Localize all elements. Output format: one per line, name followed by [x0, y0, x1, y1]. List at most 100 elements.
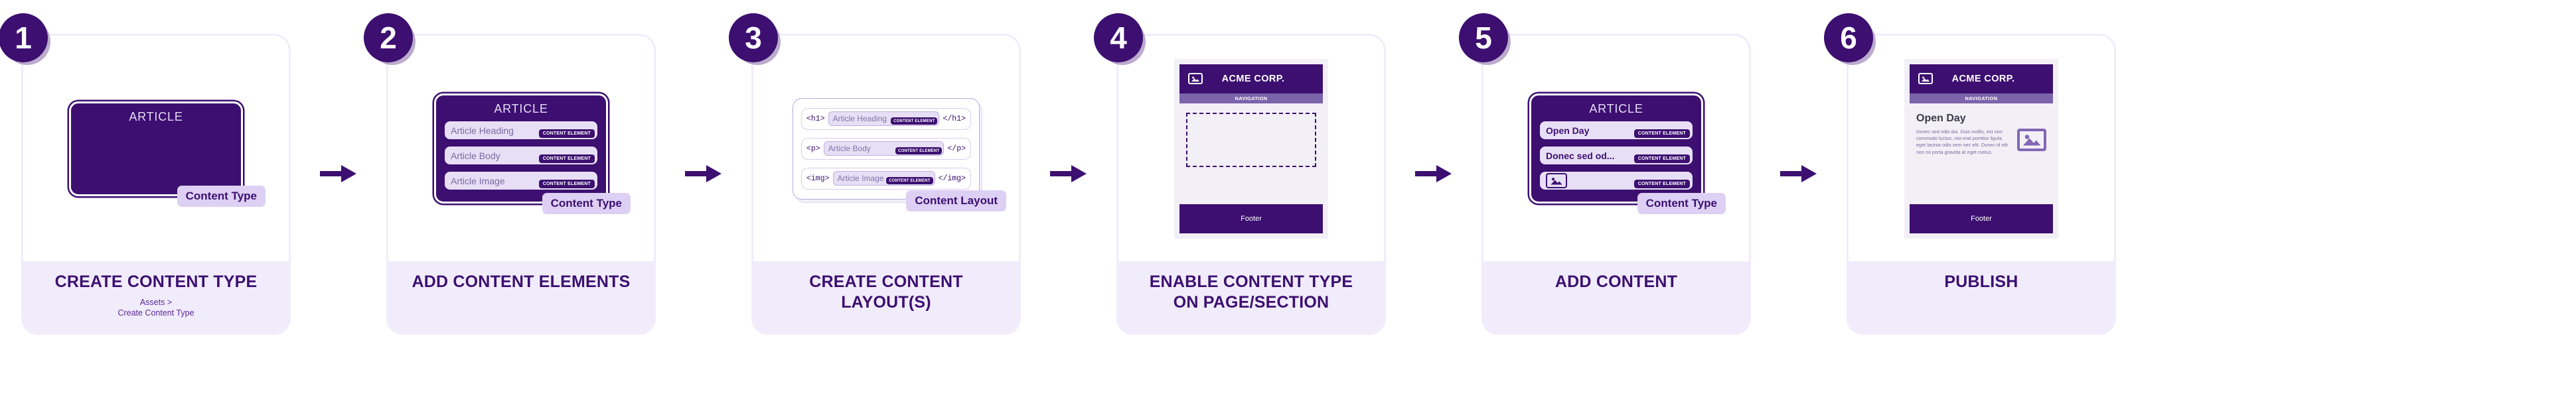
content-type-name: ARTICLE [1589, 102, 1643, 115]
published-article: Open Day Donec sed odio dui. Duis mollis… [1916, 113, 2046, 195]
arrow-right-icon-2 [677, 15, 730, 333]
step-5: ARTICLE Open Day CONTENT ELEMENT Donec s… [1459, 13, 1772, 333]
content-element-row: Article Heading CONTENT ELEMENT [445, 121, 597, 139]
content-type-pill: Content Type [177, 185, 265, 207]
site-brand: ACME CORP. [1951, 73, 2015, 84]
content-element-tag: CONTENT ELEMENT [891, 117, 938, 125]
layout-row: <img> Article Image CONTENT ELEMENT </im… [801, 167, 971, 190]
site-navigation: NAVIGATION [1179, 93, 1323, 103]
step-6-title: PUBLISH [1944, 272, 2018, 291]
step-1-title: CREATE CONTENT TYPE [54, 272, 258, 291]
content-element-label: Open Day [1546, 125, 1590, 136]
image-icon [2017, 128, 2046, 151]
step-3-card: <h1> Article Heading CONTENT ELEMENT </h… [753, 36, 1019, 333]
site-header: ACME CORP. [1910, 64, 2053, 93]
step-6-caption: PUBLISH [1849, 261, 2114, 333]
workflow-diagram: ARTICLE Content Type CREATE CONTENT TYPE… [0, 0, 2576, 419]
content-element-tag: CONTENT ELEMENT [538, 180, 595, 188]
article-heading: Open Day [1916, 112, 1966, 124]
article-columns: Donec sed odio dui. Duis mollis, est non… [1916, 128, 2046, 156]
arrow-right-icon-4 [1407, 15, 1460, 333]
open-tag: <h1> [806, 114, 825, 123]
article-body: Donec sed odio dui. Duis mollis, est non… [1916, 128, 2008, 155]
step-2: ARTICLE Article Heading CONTENT ELEMENT … [364, 13, 677, 333]
step-5-number-badge: 5 [1459, 13, 1508, 62]
website-mock-empty: ACME CORP. NAVIGATION Footer [1174, 58, 1328, 239]
arrow-right-icon-5 [1772, 15, 1825, 333]
step-3-visual: <h1> Article Heading CONTENT ELEMENT </h… [753, 36, 1019, 261]
layout-row: <p> Article Body CONTENT ELEMENT </p> [801, 137, 971, 160]
content-element-tag: CONTENT ELEMENT [538, 129, 595, 138]
site-footer: Footer [1179, 204, 1323, 233]
step-3: <h1> Article Heading CONTENT ELEMENT </h… [729, 13, 1042, 333]
content-element-tag: CONTENT ELEMENT [1633, 180, 1690, 188]
content-element-label: Article Image [451, 175, 505, 186]
step-2-card: ARTICLE Article Heading CONTENT ELEMENT … [388, 36, 654, 333]
site-brand: ACME CORP. [1221, 73, 1285, 84]
layout-field: Article Image CONTENT ELEMENT [832, 171, 935, 186]
content-element-tag: CONTENT ELEMENT [1633, 129, 1690, 138]
content-type-pill: Content Type [1637, 193, 1726, 214]
arrow-right-icon-3 [1042, 15, 1095, 333]
content-element-row: Open Day CONTENT ELEMENT [1540, 121, 1693, 139]
site-header: ACME CORP. [1179, 64, 1323, 93]
content-element-tag: CONTENT ELEMENT [886, 177, 933, 184]
layout-field-label: Article Heading [832, 114, 887, 123]
step-6-visual: ACME CORP. NAVIGATION Open Day Donec sed… [1849, 36, 2114, 261]
step-1-caption: CREATE CONTENT TYPE Assets > Create Cont… [23, 261, 289, 333]
image-icon [1188, 73, 1203, 84]
website-mock-published: ACME CORP. NAVIGATION Open Day Donec sed… [1904, 58, 2058, 239]
content-type-box: ARTICLE Article Heading CONTENT ELEMENT … [434, 93, 608, 204]
content-element-row: Article Body CONTENT ELEMENT [445, 147, 597, 164]
step-2-number-badge: 2 [364, 13, 413, 62]
content-type-pill: Content Type [542, 193, 631, 214]
layout-field-label: Article Body [828, 144, 871, 153]
content-type-empty-area [80, 129, 232, 156]
step-6-card: ACME CORP. NAVIGATION Open Day Donec sed… [1849, 36, 2114, 333]
content-layout-mock: <h1> Article Heading CONTENT ELEMENT </h… [793, 97, 980, 200]
content-element-tag: CONTENT ELEMENT [895, 147, 943, 154]
content-element-row: Donec sed od... CONTENT ELEMENT [1540, 147, 1693, 164]
step-1-number-badge: 1 [0, 13, 48, 62]
step-4: ACME CORP. NAVIGATION Footer ENABLE CONT… [1094, 13, 1407, 333]
site-main [1179, 103, 1323, 204]
step-5-title: ADD CONTENT [1554, 272, 1678, 291]
content-type-mock-5: ARTICLE Open Day CONTENT ELEMENT Donec s… [1529, 93, 1726, 214]
content-layout-pill: Content Layout [906, 190, 1006, 211]
step-1-visual: ARTICLE Content Type [23, 36, 289, 261]
step-6-number-badge: 6 [1824, 13, 1873, 62]
step-3-title: CREATE CONTENT LAYOUT(S) [809, 272, 963, 312]
step-1: ARTICLE Content Type CREATE CONTENT TYPE… [0, 13, 312, 333]
content-element-tag: CONTENT ELEMENT [538, 154, 595, 163]
open-tag: <img> [806, 174, 830, 183]
layout-field: Article Heading CONTENT ELEMENT [828, 111, 940, 126]
layout-field: Article Body CONTENT ELEMENT [823, 141, 945, 156]
close-tag: </h1> [943, 114, 966, 123]
step-4-caption: ENABLE CONTENT TYPE ON PAGE/SECTION [1118, 261, 1384, 333]
content-type-name: ARTICLE [129, 109, 183, 123]
content-type-mock-2: ARTICLE Article Heading CONTENT ELEMENT … [434, 93, 631, 214]
content-type-box: ARTICLE [69, 101, 243, 196]
step-1-breadcrumb: Assets > Create Content Type [117, 297, 194, 318]
content-type-mock-1: ARTICLE Content Type [69, 101, 265, 207]
content-element-row: Article Image CONTENT ELEMENT [445, 172, 597, 190]
site-navigation: NAVIGATION [1910, 93, 2053, 103]
site-footer: Footer [1910, 204, 2053, 233]
step-4-number-badge: 4 [1094, 13, 1143, 62]
content-element-label: Donec sed od... [1546, 150, 1615, 161]
content-element-row: CONTENT ELEMENT [1540, 172, 1693, 190]
step-1-card: ARTICLE Content Type CREATE CONTENT TYPE… [23, 36, 289, 333]
content-element-label: Article Body [451, 150, 500, 161]
content-placeholder [1186, 112, 1316, 167]
step-3-number-badge: 3 [729, 13, 778, 62]
content-type-empty-area-2 [80, 156, 232, 182]
image-icon [1918, 73, 1933, 84]
content-type-box: ARTICLE Open Day CONTENT ELEMENT Donec s… [1529, 93, 1703, 204]
step-3-caption: CREATE CONTENT LAYOUT(S) [753, 261, 1019, 333]
step-2-caption: ADD CONTENT ELEMENTS [388, 261, 654, 333]
site-main: Open Day Donec sed odio dui. Duis mollis… [1910, 103, 2053, 204]
step-4-card: ACME CORP. NAVIGATION Footer ENABLE CONT… [1118, 36, 1384, 333]
step-2-visual: ARTICLE Article Heading CONTENT ELEMENT … [388, 36, 654, 261]
close-tag: </p> [947, 144, 966, 153]
step-4-visual: ACME CORP. NAVIGATION Footer [1118, 36, 1384, 261]
